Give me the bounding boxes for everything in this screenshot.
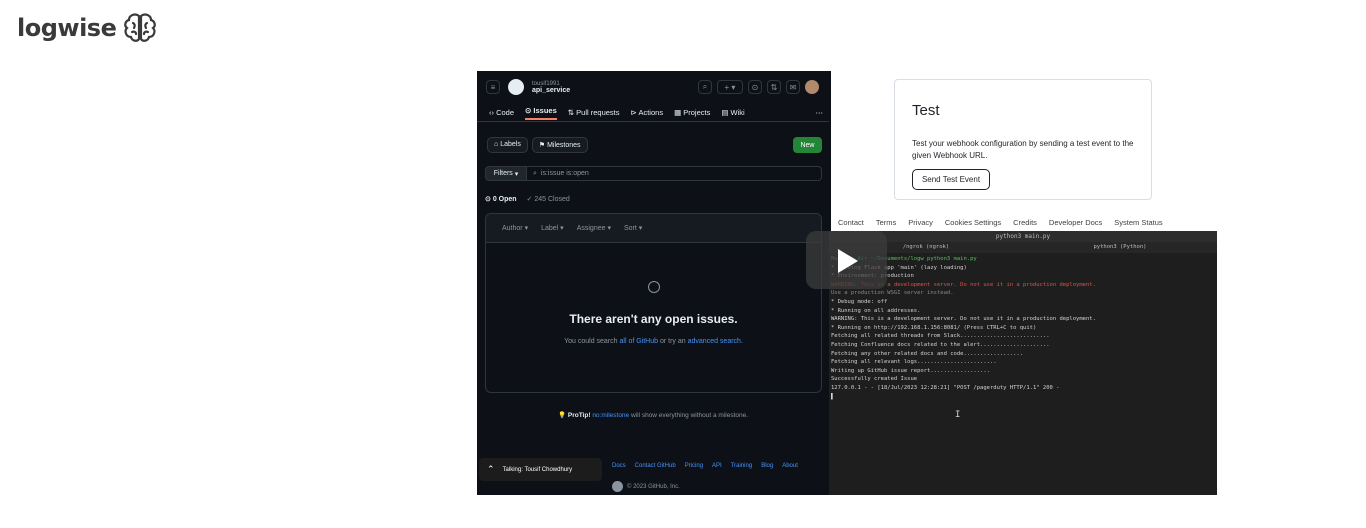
logwise-logo[interactable]: logwise — [17, 10, 158, 46]
advanced-search-link[interactable]: advanced search. — [688, 338, 743, 345]
search-icon[interactable]: ⌕ — [698, 80, 712, 94]
speaker-indicator: ⌃ Talking: Tousif Chowdhury — [479, 458, 602, 481]
footer-link[interactable]: Pricing — [685, 463, 703, 469]
tab-wiki[interactable]: ▤ Wiki — [721, 108, 744, 117]
footer-link[interactable]: Developer Docs — [1049, 218, 1102, 227]
terminal-line: Fetching all relevant logs..............… — [831, 359, 997, 366]
pull-requests-icon[interactable]: ⇅ — [767, 80, 781, 94]
issues-list: Author ▾ Label ▾ Assignee ▾ Sort ▾ There… — [485, 213, 822, 393]
filters-button[interactable]: Filters ▾ — [485, 166, 527, 181]
github-copyright: © 2023 GitHub, Inc. — [612, 481, 680, 492]
issue-search-input[interactable]: ⌕ is:issue is:open — [527, 166, 822, 181]
empty-state-text: You could search all of GitHub or try an… — [564, 338, 743, 345]
footer-link[interactable]: Contact — [838, 218, 864, 227]
empty-state-title: There aren't any open issues. — [569, 312, 738, 326]
footer-link[interactable]: Credits — [1013, 218, 1037, 227]
protip: 💡 ProTip! no:milestone will show everyth… — [557, 412, 749, 419]
terminal-line: Use a production WSGI server instead. — [831, 290, 954, 297]
text-cursor-icon: I — [955, 410, 961, 420]
terminal-line: Fetching any other related docs and code… — [831, 350, 1024, 357]
create-new-icon[interactable]: + ▾ — [717, 80, 743, 94]
logo-text: logwise — [17, 14, 117, 42]
terminal-pane: python3 main.py /ngrok (ngrok) python3 (… — [829, 231, 1217, 495]
github-footer-links: Docs Contact GitHub Pricing API Training… — [612, 463, 798, 469]
label-filter[interactable]: Label ▾ — [541, 224, 564, 232]
issues-icon[interactable]: ⊙ — [748, 80, 762, 94]
all-github-link[interactable]: all of GitHub — [620, 338, 659, 345]
protip-link[interactable]: no:milestone — [592, 412, 629, 419]
card-title: Test — [912, 102, 940, 119]
avatar[interactable] — [805, 80, 819, 94]
tab-pull-requests[interactable]: ⇅ Pull requests — [568, 108, 620, 117]
webhook-test-card: Test Test your webhook configuration by … — [894, 79, 1152, 200]
assignee-filter[interactable]: Assignee ▾ — [577, 224, 611, 232]
terminal-tab[interactable]: python3 (Python) — [1023, 242, 1217, 253]
webhook-settings-pane: Test Test your webhook configuration by … — [831, 71, 1217, 231]
issue-states: ⊙ 0 Open ✓ 245 Closed — [485, 195, 570, 203]
terminal-title: python3 main.py — [829, 231, 1217, 242]
issue-opened-icon — [648, 281, 660, 293]
footer-link[interactable]: About — [782, 463, 798, 469]
labels-button[interactable]: ⌂ Labels — [487, 137, 528, 153]
play-icon — [838, 249, 858, 273]
terminal-output[interactable]: MacBook-Air ~/Documents/logw python3 mai… — [831, 255, 1215, 401]
terminal-line: * Serving Flask app 'main' (lazy loading… — [831, 264, 967, 271]
terminal-line: WARNING: This is a development server. D… — [831, 316, 1096, 323]
footer-link[interactable]: API — [712, 463, 722, 469]
footer-link[interactable]: Blog — [761, 463, 773, 469]
github-logo-icon — [612, 481, 623, 492]
tab-code[interactable]: ‹› Code — [489, 108, 514, 117]
more-icon[interactable]: ⋯ — [816, 108, 824, 117]
issues-list-header: Author ▾ Label ▾ Assignee ▾ Sort ▾ — [486, 214, 821, 243]
play-button[interactable] — [806, 231, 887, 289]
terminal-line: Fetching Confluence docs related to the … — [831, 341, 1050, 348]
open-issues-link[interactable]: ⊙ 0 Open — [485, 195, 517, 203]
terminal-line: MacBook-Air ~/Documents/logw python3 mai… — [831, 256, 977, 262]
terminal-line: * Running on all addresses. — [831, 307, 921, 314]
footer-link[interactable]: Terms — [876, 218, 896, 227]
milestones-button[interactable]: ⚑ Milestones — [531, 137, 588, 153]
footer-link[interactable]: Docs — [612, 463, 626, 469]
terminal-line: Successfully created Issue — [831, 376, 918, 383]
demo-video[interactable]: ≡ tousif1991 api_service ⌕ + ▾ ⊙ ⇅ ✉ ‹› … — [477, 71, 1217, 495]
footer-link[interactable]: Privacy — [908, 218, 933, 227]
inbox-icon[interactable]: ✉ — [786, 80, 800, 94]
menu-icon[interactable]: ≡ — [486, 80, 500, 94]
sort-filter[interactable]: Sort ▾ — [624, 224, 642, 232]
terminal-line: Writing up GitHub issue report..........… — [831, 367, 990, 374]
terminal-line: * Debug mode: off — [831, 298, 888, 305]
terminal-cursor: ▌ — [831, 393, 835, 400]
brain-icon — [124, 13, 157, 42]
card-description: Test your webhook configuration by sendi… — [912, 139, 1134, 160]
new-issue-button[interactable]: New — [793, 137, 822, 153]
github-header: ≡ tousif1991 api_service ⌕ + ▾ ⊙ ⇅ ✉ — [477, 71, 829, 103]
author-filter[interactable]: Author ▾ — [502, 224, 528, 232]
footer-link[interactable]: Training — [731, 463, 752, 469]
chevron-up-icon[interactable]: ⌃ — [487, 464, 495, 475]
footer-link[interactable]: Cookies Settings — [945, 218, 1001, 227]
filter-bar: Filters ▾ ⌕ is:issue is:open — [485, 166, 822, 181]
repo-name[interactable]: api_service — [532, 87, 570, 94]
terminal-line: 127.0.0.1 - - [18/Jul/2023 12:28:21] "PO… — [831, 384, 1060, 391]
tab-actions[interactable]: ⊳ Actions — [631, 108, 664, 117]
footer-link[interactable]: Contact GitHub — [635, 463, 676, 469]
lightbulb-icon: 💡 — [557, 412, 567, 419]
search-icon: ⌕ — [533, 169, 537, 177]
webhook-footer-links: Contact Terms Privacy Cookies Settings C… — [838, 218, 1163, 227]
terminal-line: * Running on http://192.168.1.156:8081/ … — [831, 324, 1037, 331]
terminal-line: Fetching all related threads from Slack.… — [831, 333, 1050, 340]
github-issues-pane: ≡ tousif1991 api_service ⌕ + ▾ ⊙ ⇅ ✉ ‹› … — [477, 71, 829, 495]
send-test-event-button[interactable]: Send Test Event — [912, 169, 990, 190]
terminal-line: WARNING: This is a development server. D… — [831, 281, 1096, 288]
terminal-tabs: /ngrok (ngrok) python3 (Python) — [829, 242, 1217, 253]
repo-nav: ‹› Code ⊙ Issues ⇅ Pull requests ⊳ Actio… — [477, 104, 829, 122]
closed-issues-link[interactable]: ✓ 245 Closed — [527, 195, 570, 203]
footer-link[interactable]: System Status — [1114, 218, 1162, 227]
tab-projects[interactable]: ▦ Projects — [674, 108, 710, 117]
tab-issues[interactable]: ⊙ Issues — [525, 106, 557, 120]
terminal-line: * Environment: production — [831, 273, 914, 280]
github-logo-icon[interactable] — [508, 79, 524, 95]
